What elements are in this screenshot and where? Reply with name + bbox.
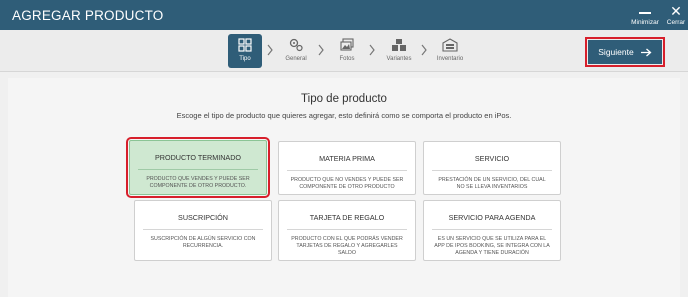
close-button[interactable]: ✕ Cerrar: [664, 4, 688, 28]
card-title: TARJETA DE REGALO: [309, 213, 385, 222]
step-label: Tipo: [239, 56, 251, 62]
photos-icon: [340, 38, 354, 51]
chevron-right-icon: [267, 44, 273, 56]
wizard-steps-bar: Tipo General Fotos Variantes Inventario: [0, 30, 688, 72]
arrow-right-icon: [640, 48, 652, 56]
chevron-right-icon: [318, 44, 324, 56]
grid-icon: [238, 38, 252, 52]
title-bar: AGREGAR PRODUCTO Minimizar ✕ Cerrar: [0, 0, 688, 30]
chevron-right-icon: [421, 44, 427, 56]
product-type-card-tarjeta-de-regalo[interactable]: TARJETA DE REGALO PRODUCTO CON EL QUE PO…: [278, 200, 416, 261]
product-type-card-materia-prima[interactable]: MATERIA PRIMA PRODUCTO QUE NO VENDES Y P…: [278, 141, 416, 195]
chevron-right-icon: [369, 44, 375, 56]
card-title: SUSCRIPCIÓN: [178, 213, 228, 222]
step-inventario[interactable]: Inventario: [433, 34, 467, 68]
card-divider: [432, 229, 552, 230]
product-type-card-servicio-para-agenda[interactable]: SERVICIO PARA AGENDA ES UN SERVICIO QUE …: [423, 200, 561, 261]
step-tipo[interactable]: Tipo: [228, 34, 262, 68]
page-subtitle: Escoge el tipo de producto que quieres a…: [176, 111, 512, 120]
card-description: PRODUCTO QUE VENDES Y PUEDE SER COMPONEN…: [146, 176, 250, 189]
card-divider: [432, 170, 552, 171]
card-divider: [138, 169, 258, 170]
card-description: PRODUCTO CON EL QUE PODRÁS VENDER TARJET…: [291, 236, 403, 256]
next-button-label: Siguiente: [598, 47, 634, 57]
card-divider: [287, 229, 407, 230]
card-divider: [287, 170, 407, 171]
card-title: MATERIA PRIMA: [319, 154, 375, 163]
minimize-label: Minimizar: [631, 18, 659, 26]
close-label: Cerrar: [666, 19, 686, 26]
product-type-card-servicio[interactable]: SERVICIO PRESTACIÓN DE UN SERVICIO, DEL …: [423, 141, 561, 195]
product-type-card-suscripcion[interactable]: SUSCRIPCIÓN SUSCRIPCIÓN DE ALGÚN SERVICI…: [134, 200, 272, 261]
step-label: Fotos: [339, 56, 355, 62]
step-general[interactable]: General: [279, 34, 313, 68]
card-description: SUSCRIPCIÓN DE ALGÚN SERVICIO CON RECURR…: [150, 236, 256, 249]
card-divider: [143, 229, 263, 230]
minimize-button[interactable]: Minimizar: [628, 4, 662, 28]
step-label: Inventario: [436, 56, 464, 62]
card-description: PRODUCTO QUE NO VENDES Y PUEDE SER COMPO…: [290, 177, 404, 190]
gears-icon: [289, 38, 303, 52]
card-title: SERVICIO PARA AGENDA: [448, 213, 536, 222]
step-label: General: [285, 56, 307, 62]
step-fotos[interactable]: Fotos: [330, 34, 364, 68]
card-description: PRESTACIÓN DE UN SERVICIO, DEL CUAL NO S…: [438, 177, 546, 190]
next-button[interactable]: Siguiente: [585, 37, 665, 67]
boxes-icon: [392, 39, 406, 51]
window-title: AGREGAR PRODUCTO: [12, 8, 164, 23]
card-title: SERVICIO: [474, 154, 510, 163]
step-variantes[interactable]: Variantes: [382, 34, 416, 68]
warehouse-icon: [442, 38, 458, 52]
step-label: Variantes: [386, 56, 412, 62]
product-type-card-producto-terminado[interactable]: PRODUCTO TERMINADO PRODUCTO QUE VENDES Y…: [126, 137, 270, 198]
card-description: ES UN SERVICIO QUE SE UTILIZA PARA EL AP…: [434, 236, 550, 256]
page-title: Tipo de producto: [301, 93, 387, 105]
minimize-icon: [639, 12, 651, 14]
card-title: PRODUCTO TERMINADO: [155, 153, 241, 162]
close-icon: ✕: [670, 3, 682, 19]
